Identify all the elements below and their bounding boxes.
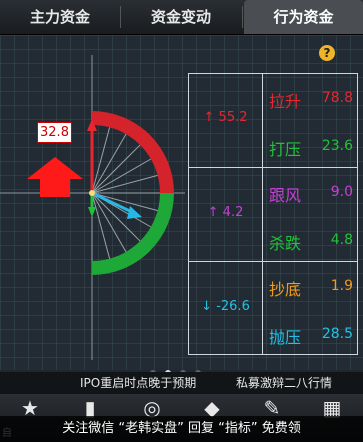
help-icon[interactable]: ? <box>319 45 335 61</box>
news-headline[interactable]: IPO重启时点晚于预期 <box>80 372 196 394</box>
value-suppress: 23.6 <box>321 138 353 154</box>
label-suppress: 打压 <box>269 140 302 159</box>
group-net-value-3: ↓ -26.6 <box>201 299 250 314</box>
row-divider <box>189 167 357 168</box>
label-sell-pressure: 抛压 <box>269 328 302 347</box>
label-lift: 拉升 <box>269 92 302 111</box>
gauge-spoke <box>91 192 111 259</box>
fund-gauge <box>0 55 185 360</box>
row-divider <box>189 261 357 262</box>
news-ticker[interactable]: IPO重启时点晚于预期 私募激辩二八行情 <box>0 372 363 394</box>
watermark-banner: 关注微信 “老韩实盘” 回复 “指标” 免费领 <box>0 416 363 442</box>
value-sell-pressure: 28.5 <box>321 326 353 342</box>
arrow-up-icon: ↑ <box>203 110 215 125</box>
arrow-down-icon: ↓ <box>201 299 213 314</box>
tab-fund-changes[interactable]: 资金变动 <box>121 0 241 34</box>
tab-divider <box>242 6 243 28</box>
column-divider <box>262 74 263 354</box>
tab-behavior-funds[interactable]: 行为资金 <box>244 0 363 34</box>
value-sell-off: 4.8 <box>330 232 353 248</box>
arrow-up-icon: ↑ <box>207 205 219 220</box>
tab-main-funds[interactable]: 主力资金 <box>0 0 120 34</box>
group-net-value-2: ↑ 4.2 <box>207 205 244 220</box>
behavior-table: ↑ 55.2 拉升 78.8 打压 23.6 ↑ 4.2 跟风 9.0 杀跌 4… <box>188 73 358 355</box>
pointer-cyan-head <box>127 206 142 219</box>
value-follow: 9.0 <box>330 184 353 200</box>
gauge-spoke <box>91 174 158 194</box>
news-headline[interactable]: 私募激辩二八行情 <box>236 372 332 394</box>
pointer-green-head <box>88 207 96 217</box>
label-bottom-fishing: 抄底 <box>269 280 302 299</box>
value-bottom-fishing: 1.9 <box>330 278 353 294</box>
tab-bar: 主力资金 资金变动 行为资金 <box>0 0 363 35</box>
gauge-center <box>89 190 95 196</box>
label-sell-off: 杀跌 <box>269 234 302 253</box>
value-lift: 78.8 <box>321 90 353 106</box>
group-net-value-1: ↑ 55.2 <box>203 110 248 125</box>
gauge-spoke <box>91 127 111 194</box>
label-follow: 跟风 <box>269 186 302 205</box>
big-red-arrow-icon <box>27 157 83 197</box>
indicator-value: 32.8 <box>37 122 72 143</box>
